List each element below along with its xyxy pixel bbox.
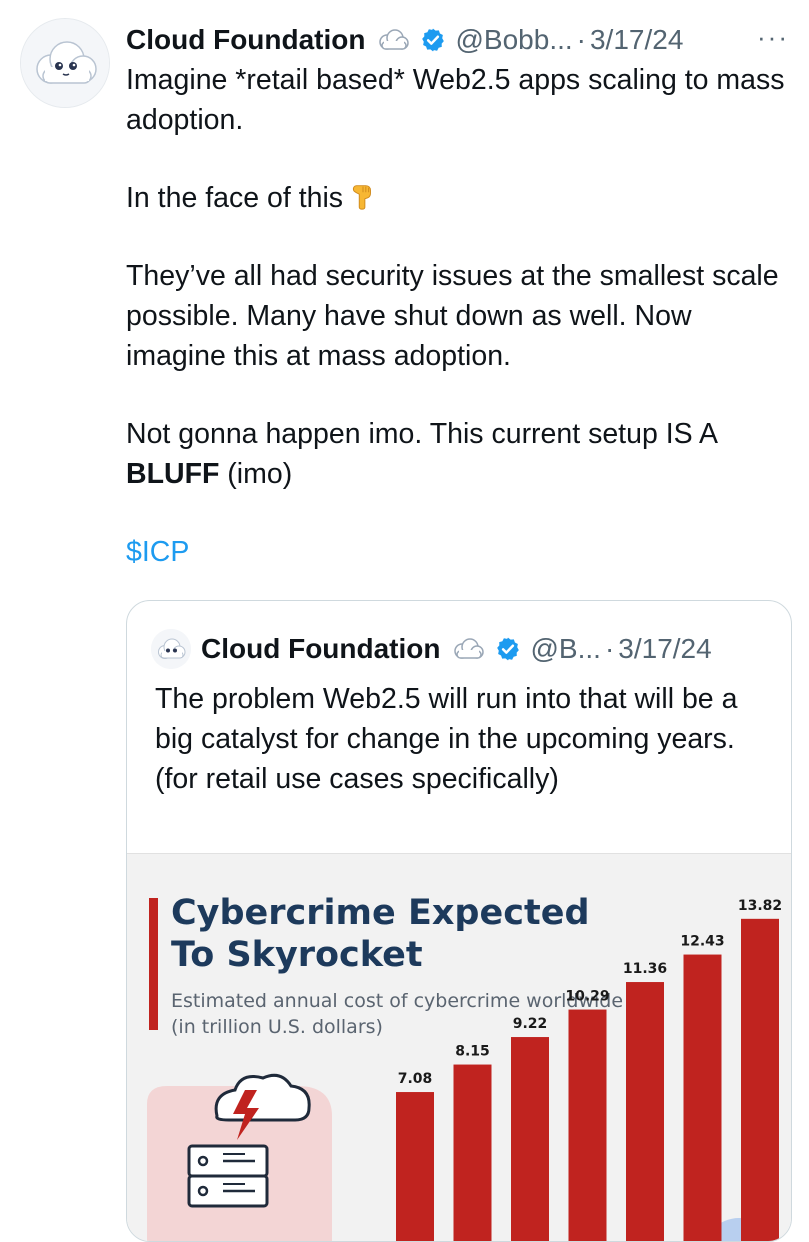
author-avatar[interactable]: [20, 18, 110, 108]
pointing-down-emoji-icon: [352, 185, 372, 210]
tweet-date[interactable]: 3/17/24: [590, 24, 683, 56]
tweet-paragraph: In the face of this: [126, 178, 796, 218]
cloud-avatar-icon: [21, 19, 109, 107]
tweet-paragraph-text: In the face of this: [126, 182, 344, 214]
chart-bar: [396, 1092, 434, 1241]
quoted-tweet-header: Cloud Foundation @B... · 3/17/24: [151, 629, 712, 669]
quoted-tweet-date: 3/17/24: [618, 633, 712, 664]
cloud-emoji-icon: [378, 29, 409, 50]
cashtag-link[interactable]: $ICP: [126, 536, 189, 568]
verified-badge-icon: [496, 637, 519, 661]
chart-bar: [568, 1009, 607, 1241]
tweet-text-segment: (imo): [219, 458, 293, 490]
bar-value-label: 8.15: [455, 1044, 490, 1060]
quoted-tweet-body: The problem Web2.5 will run into that wi…: [155, 679, 775, 799]
quoted-author-avatar[interactable]: [151, 629, 191, 669]
bar-value-label: 13.82: [738, 898, 782, 914]
quoted-author-name: Cloud Foundation: [201, 633, 441, 664]
bar-value-label: 10.29: [565, 989, 609, 1005]
quoted-paragraph: The problem Web2.5 will run into that wi…: [155, 683, 738, 755]
bold-text: BLUFF: [126, 458, 220, 490]
verified-badge-icon: [421, 28, 444, 52]
separator-dot: ·: [604, 633, 615, 664]
tweet-paragraph: Imagine *retail based* Web2.5 apps scali…: [126, 64, 785, 136]
tweet-paragraph: Not gonna happen imo. This current setup…: [126, 414, 796, 494]
quoted-author-handle: @B...: [530, 633, 601, 664]
bar-chart: 7.08 8.15 9.22 10.29 11.36 12.43 13.82: [147, 898, 782, 1241]
chart-bar: [683, 954, 722, 1241]
bar-value-label: 12.43: [680, 934, 724, 950]
tweet-body: Imagine *retail based* Web2.5 apps scali…: [126, 60, 796, 572]
tweet-header: Cloud Foundation @Bobb... · 3/17/24 ···: [126, 20, 789, 60]
separator-dot: ·: [576, 24, 586, 55]
chart-bar: [626, 982, 664, 1241]
tweet-text-segment: Not gonna happen imo. This current setup…: [126, 418, 717, 450]
author-name[interactable]: Cloud Foundation: [126, 24, 366, 56]
author-handle[interactable]: @Bobb...: [456, 24, 573, 56]
cloud-avatar-icon: [151, 629, 191, 669]
tweet-paragraph: They’ve all had security issues at the s…: [126, 260, 779, 372]
bar-value-label: 7.08: [398, 1071, 433, 1087]
chart-bar: [511, 1037, 549, 1241]
cybercrime-infographic[interactable]: Cybercrime Expected To Skyrocket Estimat…: [127, 853, 791, 1241]
bar-value-label: 11.36: [623, 961, 667, 977]
bar-value-label: 9.22: [513, 1016, 548, 1032]
tweet-paragraph: $ICP: [126, 532, 796, 572]
cloud-emoji-icon: [453, 638, 484, 659]
chart-bar: [741, 918, 779, 1241]
more-options-icon[interactable]: ···: [757, 22, 789, 53]
chart-bar: [453, 1064, 492, 1241]
quoted-paragraph: (for retail use cases specifically): [155, 763, 559, 795]
quoted-tweet[interactable]: Cloud Foundation @B... · 3/17/24 The pro…: [126, 600, 792, 1242]
